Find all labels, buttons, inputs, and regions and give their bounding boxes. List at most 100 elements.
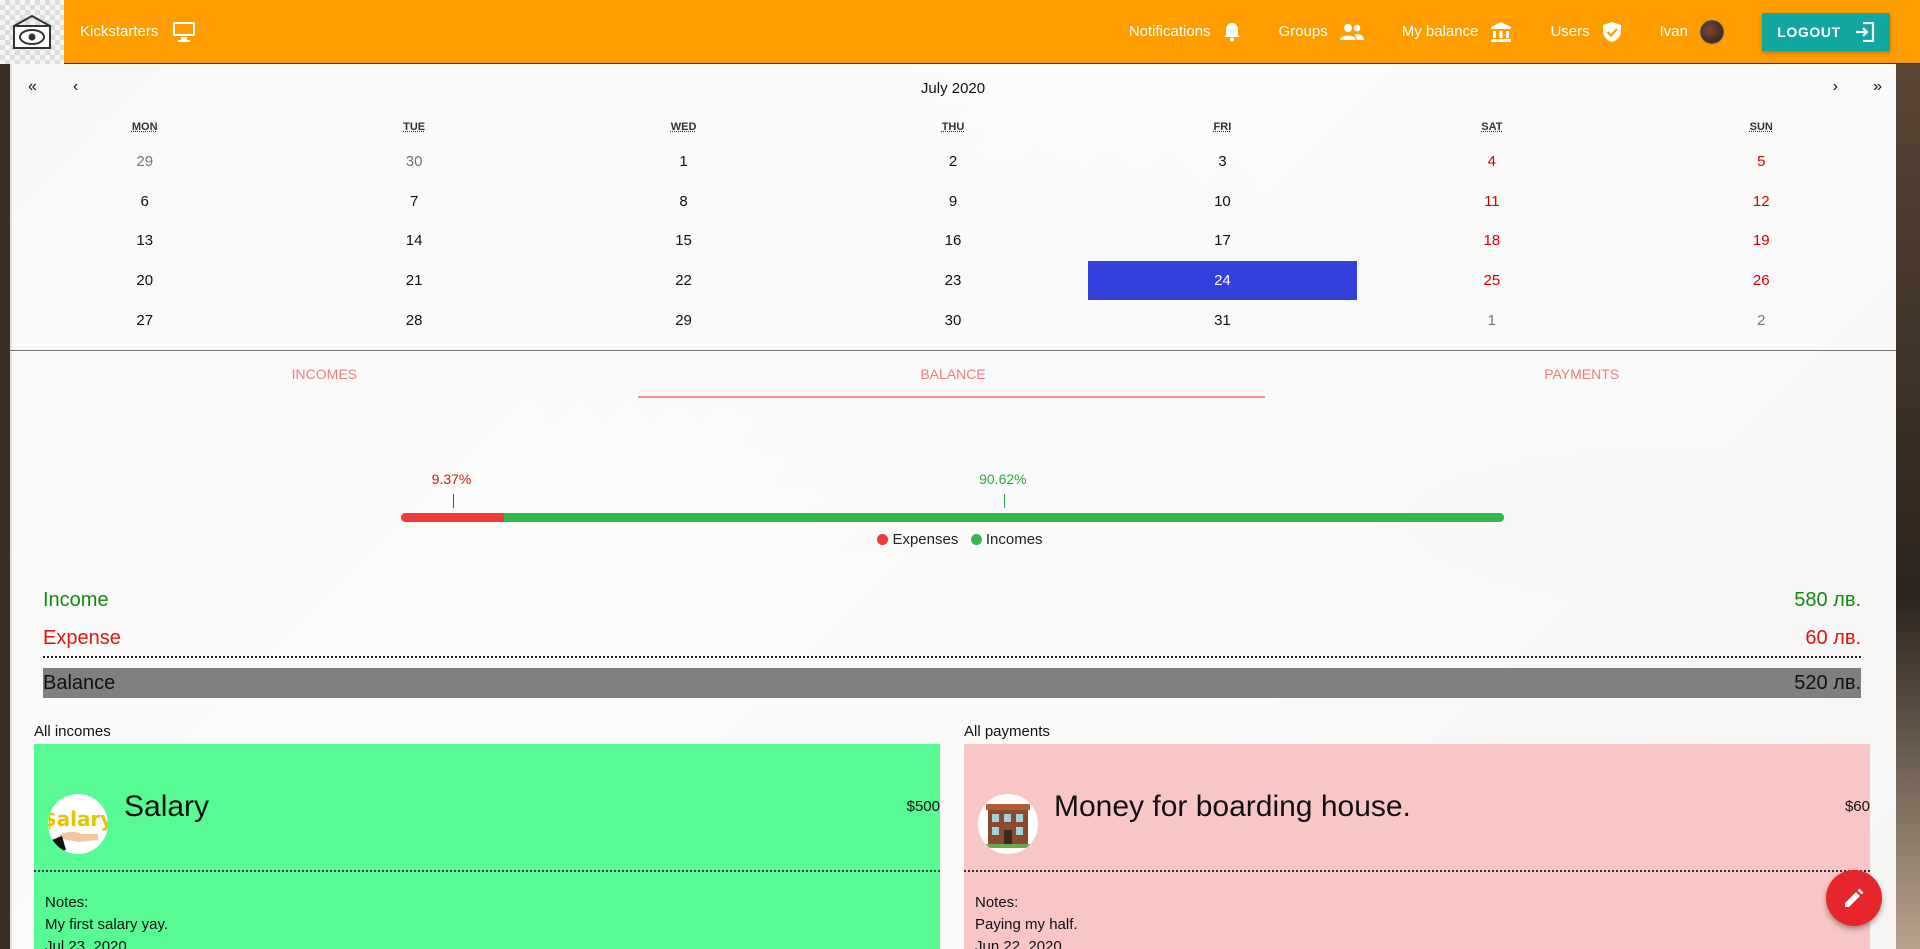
legend-expenses-label: Expenses	[892, 531, 959, 548]
tab-incomes[interactable]: INCOMES	[10, 352, 639, 400]
calendar-day[interactable]: 19	[1627, 221, 1896, 261]
calendar-day[interactable]: 14	[279, 221, 548, 261]
nav-my-balance-label: My balance	[1401, 23, 1479, 40]
calendar-day[interactable]: 4	[1357, 142, 1626, 182]
tab-payments[interactable]: PAYMENTS	[1267, 352, 1896, 400]
payment-date: Jun 22, 2020	[975, 938, 1062, 949]
calendar-day[interactable]: 30	[279, 142, 548, 182]
calendar-day[interactable]: 6	[10, 182, 279, 222]
calendar-day[interactable]: 7	[279, 182, 548, 222]
payment-card-title: Money for boarding house.	[1054, 790, 1411, 823]
bank-icon	[1491, 21, 1512, 42]
background-edge-right	[1896, 64, 1920, 949]
expenses-percent-label: 9.37%	[431, 471, 472, 487]
money-eye-icon	[13, 14, 51, 49]
expenses-dot-icon	[877, 534, 889, 545]
nav-groups[interactable]: Groups	[1279, 23, 1364, 41]
calendar-day[interactable]: 12	[1627, 182, 1896, 222]
calendar-day[interactable]: 11	[1357, 182, 1626, 222]
weekday-thu: THU	[941, 121, 965, 133]
all-incomes-label: All incomes	[34, 723, 111, 740]
calendar-day[interactable]: 30	[818, 300, 1087, 340]
legend-expenses[interactable]: Expenses	[877, 531, 958, 548]
weekday-mon: MON	[131, 121, 158, 133]
nav-notifications-label: Notifications	[1128, 23, 1211, 40]
income-card-title: Salary	[124, 790, 210, 823]
balance-row: Balance 520 лв.	[43, 668, 1861, 698]
calendar-day[interactable]: 2	[1627, 300, 1896, 340]
app-logo[interactable]	[0, 0, 64, 64]
top-navbar: Kickstarters Notifications Groups My bal…	[0, 0, 1920, 64]
calendar-day[interactable]: 31	[1088, 300, 1357, 340]
edit-fab-button[interactable]	[1826, 870, 1882, 926]
calendar-day[interactable]: 16	[818, 221, 1087, 261]
weekday-sat: SAT	[1481, 121, 1503, 133]
nav-users[interactable]: Users	[1550, 21, 1621, 43]
payment-card[interactable]: Money for boarding house. $60 Notes: Pay…	[964, 744, 1870, 949]
calendar-day[interactable]: 3	[1088, 142, 1357, 182]
income-label: Income	[43, 588, 109, 611]
calendar-day-selected[interactable]: 24	[1087, 260, 1358, 301]
calendar-day[interactable]: 1	[1357, 300, 1626, 340]
expenses-bar-segment	[401, 513, 505, 522]
expense-row: Expense 60 лв.	[43, 620, 1861, 658]
weekday-tue: TUE	[403, 121, 426, 133]
calendar-day[interactable]: 18	[1357, 221, 1626, 261]
incomes-dot-icon	[970, 534, 982, 545]
calendar-day[interactable]: 8	[549, 182, 818, 222]
groups-icon	[1339, 23, 1364, 40]
calendar-month-title[interactable]: July 2020	[10, 80, 1896, 97]
balance-progress-bar	[401, 513, 1504, 522]
calendar-next-year-button[interactable]: »	[1873, 78, 1882, 96]
calendar-day[interactable]: 22	[549, 261, 818, 301]
active-tab-indicator	[638, 396, 1265, 398]
user-name: Ivan	[1659, 23, 1688, 40]
tab-balance[interactable]: BALANCE	[639, 352, 1268, 400]
balance-value: 520 лв.	[1794, 671, 1861, 694]
incomes-percent-label: 90.62%	[979, 471, 1027, 487]
calendar-days-grid: 29 30 1 2 3 4 5 6 7 8 9 10 11 12 13 14 15 16 17 18 19 20 21 22 2…	[10, 142, 1896, 340]
income-row: Income 580 лв.	[43, 580, 1861, 620]
calendar: « ‹ July 2020 › » MON TUE WED THU FRI SAT SUN …	[10, 64, 1896, 351]
legend-incomes[interactable]: Incomes	[970, 531, 1043, 548]
calendar-day[interactable]: 9	[818, 182, 1087, 222]
income-value: 580 лв.	[1794, 588, 1861, 611]
calendar-day[interactable]: 27	[10, 300, 279, 340]
calendar-day[interactable]: 21	[279, 261, 548, 301]
calendar-day[interactable]: 25	[1357, 261, 1626, 301]
calendar-day[interactable]: 28	[279, 300, 548, 340]
brand-kickstarters[interactable]: Kickstarters	[80, 21, 196, 43]
calendar-day[interactable]: 29	[549, 300, 818, 340]
shield-check-icon	[1602, 21, 1621, 42]
legend-incomes-label: Incomes	[985, 531, 1043, 548]
salary-icon: $alary	[48, 794, 108, 854]
logout-icon	[1855, 21, 1874, 42]
calendar-day[interactable]: 20	[10, 261, 279, 301]
calendar-day[interactable]: 26	[1627, 261, 1896, 301]
calendar-next-month-button[interactable]: ›	[1833, 78, 1838, 96]
calendar-day[interactable]: 5	[1627, 142, 1896, 182]
income-card[interactable]: $alary Salary $500 Notes: My first salar…	[34, 744, 940, 949]
calendar-day[interactable]: 17	[1088, 221, 1357, 261]
nav-user-profile[interactable]: Ivan	[1659, 19, 1724, 44]
balance-label: Balance	[43, 671, 116, 694]
calendar-day[interactable]: 29	[10, 142, 279, 182]
salary-icon-text: $alary	[48, 807, 108, 831]
calendar-day[interactable]: 13	[10, 221, 279, 261]
bell-icon	[1223, 22, 1240, 41]
nav-notifications[interactable]: Notifications	[1129, 22, 1241, 42]
calendar-day[interactable]: 10	[1088, 182, 1357, 222]
incomes-bar-segment	[504, 513, 1504, 522]
calendar-day[interactable]: 23	[818, 261, 1087, 301]
calendar-day[interactable]: 15	[549, 221, 818, 261]
income-card-amount: $500	[906, 798, 940, 815]
nav-my-balance[interactable]: My balance	[1402, 21, 1513, 43]
balance-legend: Expenses Incomes	[0, 531, 1920, 548]
incomes-percent-tick	[1004, 494, 1006, 508]
calendar-day[interactable]: 2	[818, 142, 1087, 182]
payment-notes: Paying my half.	[975, 916, 1078, 933]
logout-button[interactable]: LOGOUT	[1762, 12, 1890, 51]
avatar	[1700, 19, 1724, 44]
calendar-weekday-row: MON TUE WED THU FRI SAT SUN	[10, 112, 1896, 142]
calendar-day[interactable]: 1	[549, 142, 818, 182]
